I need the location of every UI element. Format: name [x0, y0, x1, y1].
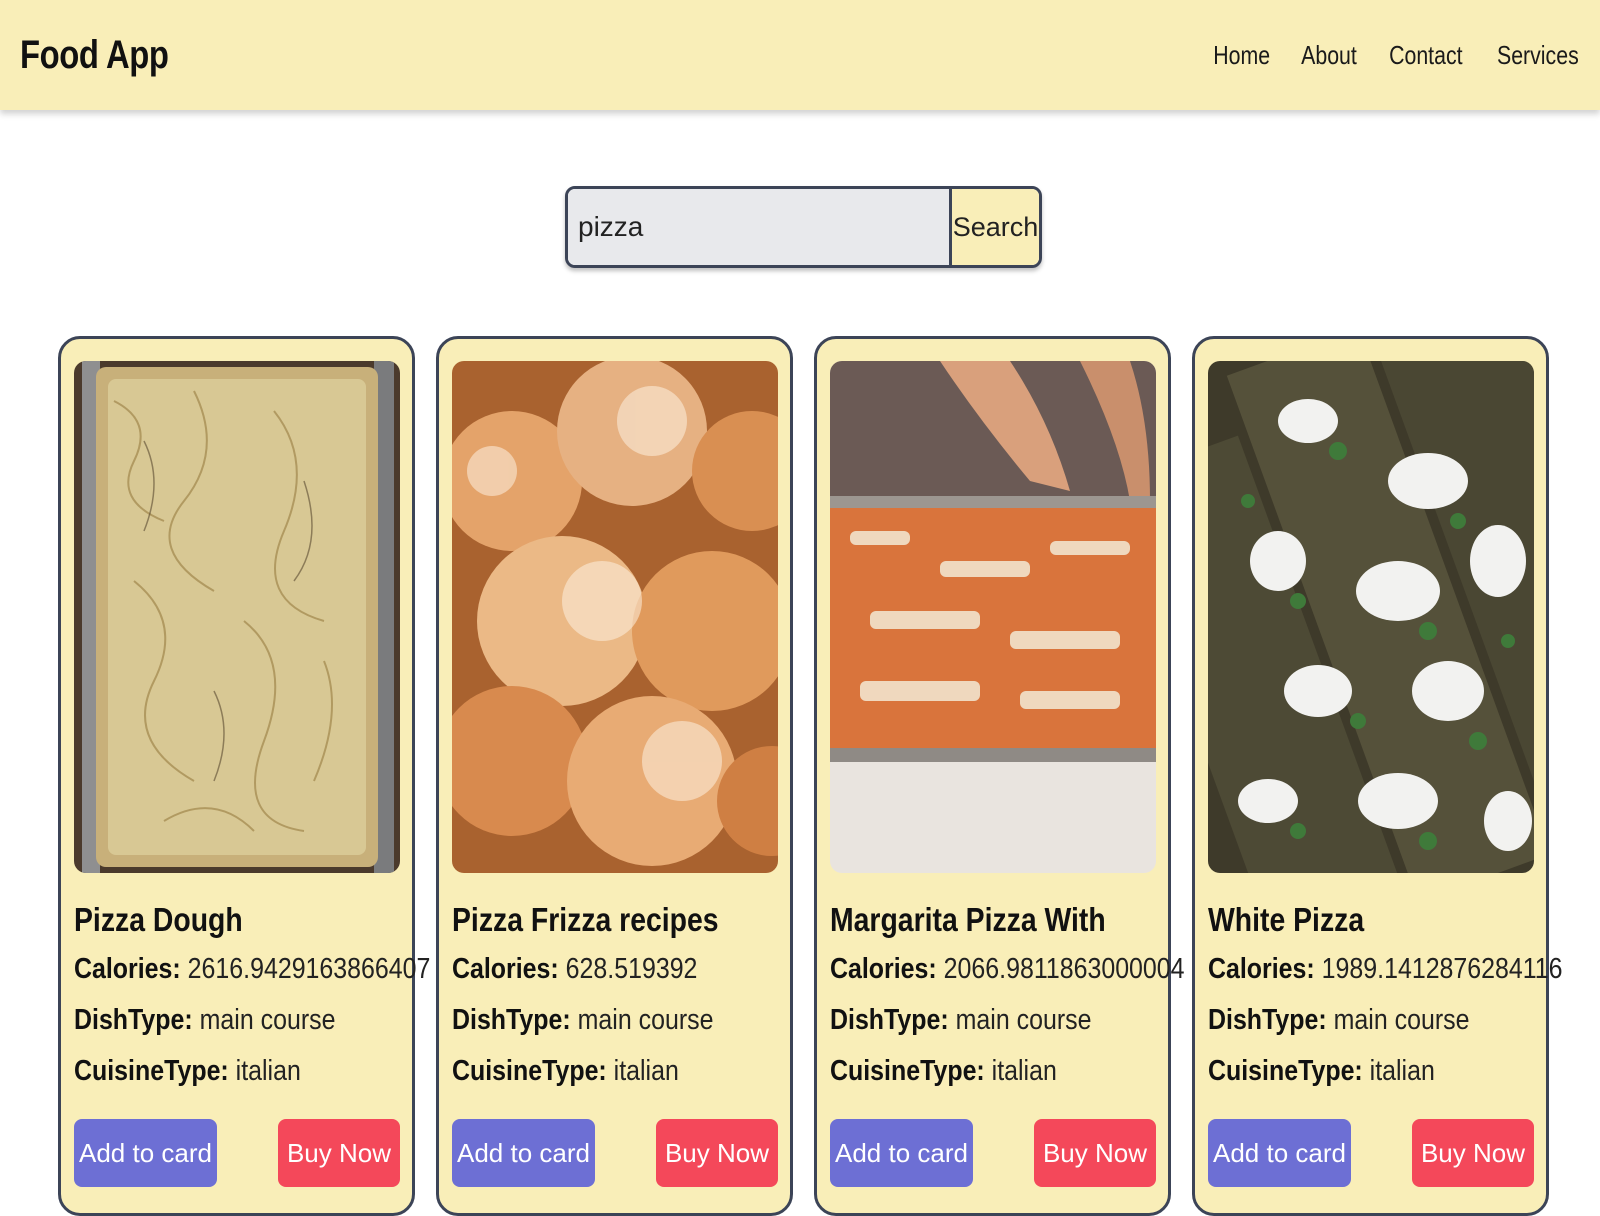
recipe-dish-type: DishType: main course	[1208, 1004, 1488, 1037]
calories-label: Calories:	[452, 953, 559, 985]
add-to-card-button[interactable]: Add to card	[1208, 1119, 1351, 1187]
card-actions: Add to card Buy Now	[452, 1119, 778, 1187]
buy-now-button[interactable]: Buy Now	[1034, 1119, 1156, 1187]
nav-link-about[interactable]: About	[1301, 40, 1357, 71]
nav-link-services[interactable]: Services	[1497, 40, 1579, 71]
recipe-image-margarita-pizza	[830, 361, 1156, 873]
recipe-card: Pizza Dough Calories: 2616.9429163866407…	[58, 336, 430, 1216]
add-to-card-button[interactable]: Add to card	[74, 1119, 217, 1187]
recipe-image-pizza-dough	[74, 361, 400, 873]
recipe-calories: Calories: 2616.9429163866407	[74, 953, 430, 986]
recipe-cuisine-type: CuisineType: italian	[74, 1055, 354, 1088]
brand-logo[interactable]: Food App	[20, 33, 169, 78]
calories-label: Calories:	[1208, 953, 1315, 985]
recipe-calories: Calories: 628.519392	[452, 953, 732, 986]
cuisine-type-value: italian	[613, 1055, 679, 1087]
calories-value: 1989.1412876284116	[1321, 953, 1563, 985]
navbar: Food App Home About Contact Services	[0, 0, 1600, 110]
cuisine-type-label: CuisineType:	[452, 1055, 607, 1087]
cuisine-type-label: CuisineType:	[830, 1055, 985, 1087]
search-button[interactable]: Search	[952, 189, 1039, 265]
recipe-card-list: Pizza Dough Calories: 2616.9429163866407…	[58, 336, 1563, 1216]
nav-links: Home About Contact Services	[1207, 40, 1588, 71]
dish-type-label: DishType:	[452, 1004, 571, 1036]
recipe-dish-type: DishType: main course	[452, 1004, 732, 1037]
recipe-image-pizza-frizza	[452, 361, 778, 873]
add-to-card-button[interactable]: Add to card	[452, 1119, 595, 1187]
dish-type-value: main course	[955, 1004, 1092, 1036]
cuisine-type-label: CuisineType:	[1208, 1055, 1363, 1087]
dish-type-value: main course	[577, 1004, 714, 1036]
cuisine-type-value: italian	[991, 1055, 1057, 1087]
recipe-dish-type: DishType: main course	[74, 1004, 354, 1037]
card-actions: Add to card Buy Now	[830, 1119, 1156, 1187]
cuisine-type-value: italian	[235, 1055, 301, 1087]
calories-label: Calories:	[74, 953, 181, 985]
recipe-title: Margarita Pizza With Fres	[830, 901, 1110, 938]
recipe-image-white-pizza	[1208, 361, 1534, 873]
dish-type-value: main course	[199, 1004, 336, 1036]
search-input[interactable]	[568, 189, 952, 265]
recipe-title: White Pizza	[1208, 901, 1365, 938]
recipe-dish-type: DishType: main course	[830, 1004, 1110, 1037]
recipe-calories: Calories: 2066.9811863000004	[830, 953, 1185, 986]
card-actions: Add to card Buy Now	[1208, 1119, 1534, 1187]
recipe-calories: Calories: 1989.1412876284116	[1208, 953, 1563, 986]
nav-link-home[interactable]: Home	[1214, 40, 1271, 71]
search-bar: Search	[565, 186, 1042, 268]
cuisine-type-label: CuisineType:	[74, 1055, 229, 1087]
card-actions: Add to card Buy Now	[74, 1119, 400, 1187]
recipe-title: Pizza Dough	[74, 901, 243, 938]
recipe-title: Pizza Frizza recipes	[452, 901, 719, 938]
nav-link-contact[interactable]: Contact	[1389, 40, 1462, 71]
dish-type-label: DishType:	[830, 1004, 949, 1036]
buy-now-button[interactable]: Buy Now	[1412, 1119, 1534, 1187]
dish-type-value: main course	[1333, 1004, 1470, 1036]
add-to-card-button[interactable]: Add to card	[830, 1119, 973, 1187]
calories-value: 2066.9811863000004	[943, 953, 1185, 985]
recipe-card: White Pizza Calories: 1989.1412876284116…	[1192, 336, 1563, 1216]
dish-type-label: DishType:	[1208, 1004, 1327, 1036]
cuisine-type-value: italian	[1369, 1055, 1435, 1087]
recipe-cuisine-type: CuisineType: italian	[452, 1055, 732, 1088]
buy-now-button[interactable]: Buy Now	[278, 1119, 400, 1187]
calories-value: 628.519392	[565, 953, 698, 985]
recipe-card: Margarita Pizza With Fres Calories: 2066…	[814, 336, 1185, 1216]
recipe-cuisine-type: CuisineType: italian	[1208, 1055, 1488, 1088]
recipe-card: Pizza Frizza recipes Calories: 628.51939…	[436, 336, 793, 1216]
recipe-cuisine-type: CuisineType: italian	[830, 1055, 1110, 1088]
dish-type-label: DishType:	[74, 1004, 193, 1036]
calories-value: 2616.9429163866407	[187, 953, 431, 985]
buy-now-button[interactable]: Buy Now	[656, 1119, 778, 1187]
calories-label: Calories:	[830, 953, 937, 985]
